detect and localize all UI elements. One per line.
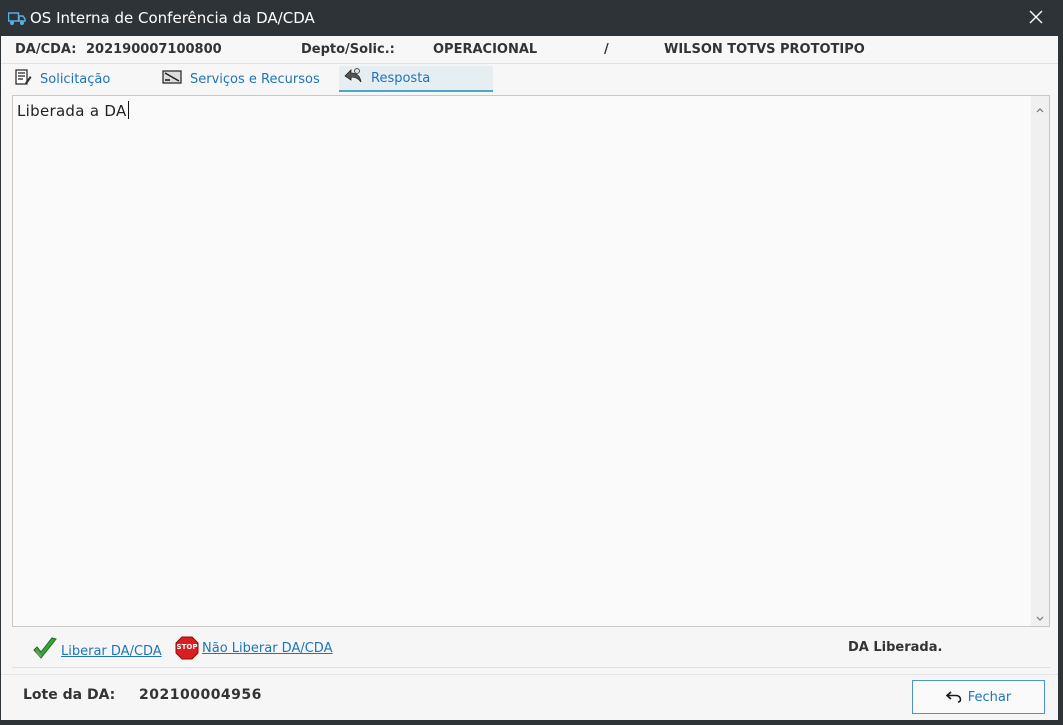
dacda-label: DA/CDA: [15, 42, 77, 57]
footer: Lote da DA: 202100004956 Fechar [1, 674, 1058, 720]
lote-label: Lote da DA: [23, 687, 116, 703]
services-icon [162, 69, 182, 89]
response-textarea[interactable]: Liberada a DA [12, 95, 1050, 627]
depto-label: Depto/Solic.: [301, 42, 395, 57]
chevron-down-icon [1036, 606, 1044, 625]
tab-label: Solicitação [40, 71, 111, 87]
nao-liberar-label: Não Liberar DA/CDA [202, 640, 333, 656]
response-text[interactable]: Liberada a DA [17, 101, 129, 120]
title-bar: OS Interna de Conferência da DA/CDA [0, 0, 1063, 36]
close-button[interactable] [1022, 4, 1050, 32]
dacda-value: 202190007100800 [86, 42, 222, 57]
text-caret [127, 101, 129, 119]
info-header: DA/CDA: 202190007100800 Depto/Solic.: OP… [1, 36, 1058, 64]
tab-solicitacao[interactable]: Solicitação [15, 66, 155, 92]
tab-resposta[interactable]: Resposta [339, 66, 493, 92]
undo-icon [945, 688, 962, 707]
dialog-content: DA/CDA: 202190007100800 Depto/Solic.: OP… [1, 36, 1058, 720]
action-bar: Liberar DA/CDA STOP Não Liberar DA/CDA D… [12, 628, 1050, 668]
fechar-button[interactable]: Fechar [912, 680, 1045, 714]
nao-liberar-button[interactable]: STOP Não Liberar DA/CDA [175, 636, 332, 660]
window-title: OS Interna de Conferência da DA/CDA [30, 9, 315, 27]
close-icon [1029, 9, 1043, 28]
chevron-up-icon [1036, 98, 1044, 117]
dialog-window: OS Interna de Conferência da DA/CDA DA/C… [0, 0, 1063, 725]
stop-sign-icon: STOP [175, 636, 199, 660]
status-text: DA Liberada. [848, 640, 943, 655]
reply-icon [343, 67, 363, 89]
scroll-down-button[interactable] [1031, 606, 1049, 624]
checkmark-icon [32, 636, 58, 666]
solicitante-value: WILSON TOTVS PROTOTIPO [664, 42, 865, 57]
tab-servicos-recursos[interactable]: Serviços e Recursos [162, 66, 332, 92]
scroll-up-button[interactable] [1031, 98, 1049, 116]
depto-value: OPERACIONAL [433, 42, 538, 57]
tab-label: Serviços e Recursos [190, 71, 320, 87]
lote-value: 202100004956 [139, 687, 262, 703]
tab-label: Resposta [371, 70, 431, 86]
vertical-scrollbar[interactable] [1031, 96, 1049, 626]
stop-text: STOP [176, 643, 198, 651]
fechar-label: Fechar [967, 689, 1012, 705]
tab-bar: Solicitação Serviços e Recursos Resposta [1, 65, 1058, 93]
liberar-button[interactable]: Liberar DA/CDA [32, 636, 162, 666]
header-separator: / [604, 42, 609, 57]
liberar-label: Liberar DA/CDA [61, 643, 162, 659]
truck-icon [7, 11, 26, 25]
document-edit-icon [15, 68, 32, 90]
